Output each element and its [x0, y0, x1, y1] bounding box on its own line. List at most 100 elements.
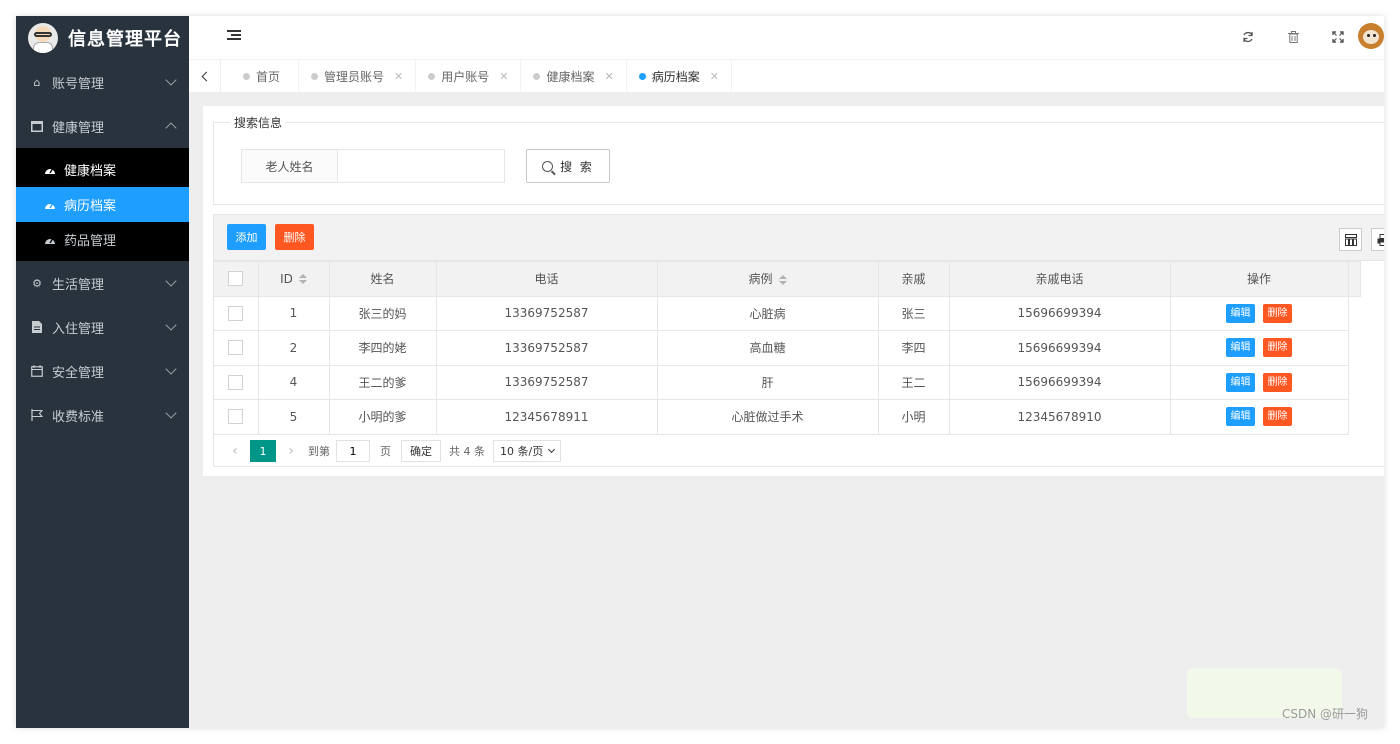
content-panel: 搜索信息 老人姓名 搜 索 添加 删除 ID 姓名 电话 病例 亲戚 亲戚电话 …	[203, 106, 1384, 476]
cell-name: 小明的爹	[328, 399, 437, 435]
search-input[interactable]	[337, 149, 505, 183]
edit-button[interactable]: 编辑	[1226, 303, 1255, 323]
search-button[interactable]: 搜 索	[526, 149, 610, 183]
table-row: 4 王二的爹 13369752587 肝 王二 15696699394 编辑 删除	[214, 364, 1360, 400]
tab-label: 首页	[256, 70, 281, 84]
column-header-id[interactable]: ID	[257, 261, 330, 297]
tab-dot-icon	[311, 73, 319, 80]
goto-prefix: 到第	[308, 445, 330, 458]
column-header-name: 姓名	[328, 261, 437, 297]
goto-confirm-button[interactable]: 确定	[401, 440, 441, 462]
row-checkbox[interactable]	[228, 340, 244, 356]
cell-actions: 编辑 删除	[1169, 330, 1349, 366]
tab-dot-icon	[533, 73, 541, 80]
app-window: 信息管理平台 ⌂ 账号管理 健康管理 健康档案 病历档案 药品管理 ⚙ 生活管理…	[16, 16, 1384, 728]
column-header-actions: 操作	[1169, 261, 1349, 297]
cell-relative: 小明	[877, 399, 950, 435]
row-checkbox[interactable]	[228, 305, 244, 321]
print-icon[interactable]	[1371, 228, 1384, 251]
tab-label: 管理员账号	[324, 70, 385, 84]
tab-admin-accounts[interactable]: 管理员账号 ✕	[299, 60, 417, 93]
sidebar-subitem-medical-records[interactable]: 病历档案	[16, 187, 189, 222]
sidebar-item-life[interactable]: ⚙ 生活管理	[16, 261, 189, 305]
select-all-checkbox[interactable]	[228, 271, 244, 287]
column-header-case[interactable]: 病例	[656, 261, 879, 297]
close-icon[interactable]: ✕	[499, 70, 508, 83]
close-icon[interactable]: ✕	[605, 70, 614, 83]
tab-dot-icon	[243, 73, 250, 80]
trash-icon[interactable]	[1284, 28, 1302, 46]
sidebar-item-health[interactable]: 健康管理	[16, 104, 189, 148]
cell-case: 高血糖	[656, 330, 879, 366]
cell-id: 2	[257, 330, 330, 366]
edit-button[interactable]: 编辑	[1226, 372, 1255, 392]
tab-scroll-left-button[interactable]	[189, 60, 221, 93]
tab-user-accounts[interactable]: 用户账号 ✕	[416, 60, 522, 93]
cell-phone: 13369752587	[435, 330, 658, 366]
gears-icon: ⚙	[32, 276, 42, 290]
tab-bar: 首页 管理员账号 ✕ 用户账号 ✕ 健康档案 ✕ 病历档案 ✕	[189, 60, 1384, 93]
chevron-down-icon	[165, 407, 177, 419]
tab-health-records[interactable]: 健康档案 ✕	[521, 60, 627, 93]
cell-name: 张三的妈	[328, 295, 437, 331]
dashboard-icon	[44, 164, 56, 176]
flag-icon	[30, 408, 44, 422]
search-legend: 搜索信息	[230, 114, 287, 131]
user-avatar[interactable]	[1358, 23, 1384, 49]
close-icon[interactable]: ✕	[394, 70, 403, 83]
delete-button[interactable]: 删除	[1263, 303, 1292, 323]
page-size-select[interactable]: 10 条/页	[493, 440, 562, 462]
chevron-down-icon	[165, 363, 177, 375]
cell-relative-phone: 15696699394	[948, 330, 1171, 366]
menu-toggle-icon[interactable]	[227, 30, 241, 42]
cell-relative: 李四	[877, 330, 950, 366]
row-checkbox[interactable]	[228, 374, 244, 390]
row-checkbox[interactable]	[228, 409, 244, 425]
sidebar-subitem-label: 健康档案	[64, 164, 117, 179]
search-field-label: 老人姓名	[241, 149, 338, 183]
search-icon	[542, 160, 554, 172]
logo-avatar	[28, 23, 58, 53]
sidebar-item-checkin[interactable]: 入住管理	[16, 305, 189, 349]
tab-dot-icon	[428, 73, 436, 80]
add-button[interactable]: 添加	[227, 224, 266, 250]
cell-case: 心脏做过手术	[656, 399, 879, 435]
cell-phone: 13369752587	[435, 295, 658, 331]
table-row: 5 小明的爹 12345678911 心脏做过手术 小明 12345678910…	[214, 399, 1360, 435]
cell-actions: 编辑 删除	[1169, 295, 1349, 331]
columns-filter-icon[interactable]	[1339, 228, 1362, 251]
delete-button[interactable]: 删除	[1263, 338, 1292, 358]
total-count: 共 4 条	[449, 445, 485, 458]
close-icon[interactable]: ✕	[710, 70, 719, 83]
refresh-icon[interactable]	[1239, 28, 1257, 46]
window-icon	[30, 119, 44, 133]
tab-label: 健康档案	[546, 70, 595, 84]
table-row: 1 张三的妈 13369752587 心脏病 张三 15696699394 编辑…	[214, 295, 1360, 331]
sort-icon[interactable]	[298, 274, 307, 285]
prev-page-button[interactable]: ‹	[224, 440, 246, 462]
edit-button[interactable]: 编辑	[1226, 407, 1255, 427]
sidebar-item-safety[interactable]: 安全管理	[16, 349, 189, 393]
tab-home[interactable]: 首页	[221, 60, 300, 93]
goto-page-input[interactable]	[336, 440, 370, 462]
column-header-spacer	[1347, 261, 1361, 297]
tab-medical-records[interactable]: 病历档案 ✕	[627, 60, 732, 93]
fullscreen-icon[interactable]	[1329, 28, 1347, 46]
chevron-up-icon	[165, 122, 177, 134]
bulk-delete-button[interactable]: 删除	[275, 224, 314, 250]
sidebar-subitem-medicine[interactable]: 药品管理	[16, 222, 189, 257]
sidebar-subitem-health-records[interactable]: 健康档案	[16, 152, 189, 187]
sidebar-item-account[interactable]: ⌂ 账号管理	[16, 60, 189, 104]
page-number-current[interactable]: 1	[250, 440, 276, 462]
sidebar-item-fees[interactable]: 收费标准	[16, 393, 189, 437]
sort-icon[interactable]	[778, 274, 787, 285]
select-all-cell	[214, 261, 259, 297]
edit-button[interactable]: 编辑	[1226, 338, 1255, 358]
cell-id: 4	[257, 364, 330, 400]
sidebar-item-label: 健康管理	[52, 120, 105, 136]
cell-actions: 编辑 删除	[1169, 364, 1349, 400]
delete-button[interactable]: 删除	[1263, 407, 1292, 427]
cell-name: 李四的姥	[328, 330, 437, 366]
delete-button[interactable]: 删除	[1263, 372, 1292, 392]
next-page-button[interactable]: ›	[280, 440, 302, 462]
